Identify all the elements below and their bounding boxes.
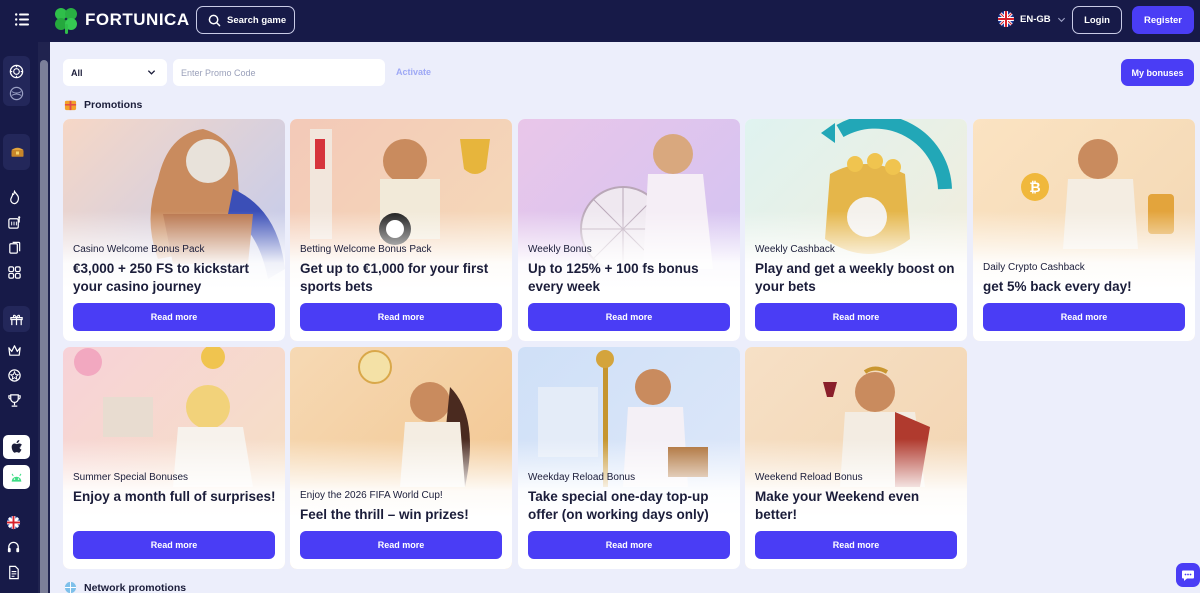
card-subtitle: Weekend Reload Bonus: [755, 472, 863, 483]
register-button[interactable]: Register: [1132, 6, 1194, 34]
card-subtitle: Daily Crypto Cashback: [983, 262, 1085, 273]
promo-card: Summer Special Bonuses Enjoy a month ful…: [63, 347, 285, 569]
promo-card: Weekly Cashback Play and get a weekly bo…: [745, 119, 967, 341]
read-more-button[interactable]: Read more: [755, 303, 957, 331]
promo-card: Betting Welcome Bonus Pack Get up to €1,…: [290, 119, 512, 341]
card-title: Make your Weekend even better!: [755, 489, 920, 522]
uk-flag-icon: [998, 11, 1014, 27]
hot-games-icon[interactable]: [6, 189, 23, 206]
promo-card: Weekly Bonus Up to 125% + 100 fs bonus e…: [518, 119, 740, 341]
read-more-button[interactable]: Read more: [73, 303, 275, 331]
card-title: Enjoy a month full of surprises!: [73, 489, 276, 504]
card-subtitle: Enjoy the 2026 FIFA World Cup!: [300, 490, 443, 501]
card-subtitle: Casino Welcome Bonus Pack: [73, 244, 205, 255]
read-more-button[interactable]: Read more: [300, 303, 502, 331]
read-more-button[interactable]: Read more: [528, 531, 730, 559]
login-button[interactable]: Login: [1072, 6, 1122, 34]
trophy-icon[interactable]: [6, 392, 23, 409]
category-dropdown[interactable]: All: [63, 59, 167, 86]
sidebar-scrollbar[interactable]: [38, 42, 50, 593]
cards-icon[interactable]: [6, 239, 23, 256]
search-game-label: Search game: [227, 14, 287, 26]
language-selector[interactable]: EN-GB: [998, 11, 1066, 27]
sidebar-promo-banner[interactable]: [3, 134, 30, 170]
sidebar-group-mode: [3, 56, 30, 106]
promo-card: Weekend Reload Bonus Make your Weekend e…: [745, 347, 967, 569]
svg-text:₿: ₿: [1029, 180, 1040, 196]
read-more-button[interactable]: Read more: [300, 531, 502, 559]
card-title: Play and get a weekly boost on your bets: [755, 261, 955, 294]
ios-app-button[interactable]: [3, 435, 30, 459]
uk-flag-sidebar-icon[interactable]: [5, 514, 22, 531]
tournaments-icon[interactable]: [6, 367, 23, 384]
language-code: EN-GB: [1020, 13, 1051, 25]
card-title: get 5% back every day!: [983, 279, 1132, 294]
card-title: Take special one-day top-up offer (on wo…: [528, 489, 709, 522]
scrollbar-thumb[interactable]: [40, 60, 48, 593]
support-headset-icon[interactable]: [5, 539, 22, 556]
android-app-button[interactable]: [3, 465, 30, 489]
brand-logo[interactable]: FORTUNICA: [53, 5, 190, 35]
activate-button[interactable]: Activate: [396, 67, 431, 77]
card-subtitle: Weekly Bonus: [528, 244, 592, 255]
clover-logo-icon: [55, 8, 77, 34]
read-more-button[interactable]: Read more: [73, 531, 275, 559]
promo-card: Enjoy the 2026 FIFA World Cup! Feel the …: [290, 347, 512, 569]
top-bar: FORTUNICA Search game EN-GB Login Regist…: [0, 0, 1200, 42]
card-subtitle: Summer Special Bonuses: [73, 472, 189, 483]
promotions-title: Promotions: [84, 98, 143, 111]
card-title: Get up to €1,000 for your first sports b…: [300, 261, 489, 294]
document-icon[interactable]: [5, 564, 22, 581]
my-bonuses-button[interactable]: My bonuses: [1121, 59, 1194, 86]
android-icon: [11, 473, 22, 482]
read-more-button[interactable]: Read more: [528, 303, 730, 331]
sidebar-group-promos: [3, 306, 30, 332]
brand-name: FORTUNICA: [85, 10, 190, 29]
category-dropdown-value: All: [71, 68, 83, 78]
card-title: €3,000 + 250 FS to kickstart your casino…: [73, 261, 249, 294]
network-icon: [64, 581, 77, 593]
network-promotions-heading: Network promotions: [64, 581, 186, 593]
card-title: Up to 125% + 100 fs bonus every week: [528, 261, 699, 294]
chevron-down-icon: [1057, 17, 1065, 22]
promo-card: Casino Welcome Bonus Pack €3,000 + 250 F…: [63, 119, 285, 341]
sidebar: [0, 42, 38, 593]
chevron-down-icon: [147, 70, 156, 75]
read-more-button[interactable]: Read more: [983, 303, 1185, 331]
promotions-heading: Promotions: [64, 98, 142, 111]
network-promotions-title: Network promotions: [84, 581, 187, 593]
menu-icon[interactable]: [15, 13, 29, 26]
sports-ball-icon[interactable]: [8, 85, 25, 102]
treasure-chest-icon: [7, 143, 27, 160]
read-more-button[interactable]: Read more: [755, 531, 957, 559]
apple-icon: [11, 440, 22, 453]
search-icon: [208, 14, 221, 26]
promo-code-input[interactable]: [173, 59, 385, 86]
promo-card: ₿ Daily Crypto Cashback get 5% back ever…: [973, 119, 1195, 341]
card-subtitle: Weekday Reload Bonus: [528, 472, 636, 483]
card-subtitle: Weekly Cashback: [755, 244, 835, 255]
search-game-button[interactable]: Search game: [196, 6, 295, 34]
card-title: Feel the thrill – win prizes!: [300, 507, 469, 522]
gift-icon: [64, 100, 77, 111]
casino-chip-icon[interactable]: [8, 63, 25, 80]
all-games-icon[interactable]: [6, 264, 23, 281]
promo-card: Weekday Reload Bonus Take special one-da…: [518, 347, 740, 569]
card-subtitle: Betting Welcome Bonus Pack: [300, 244, 432, 255]
slots-icon[interactable]: [6, 214, 23, 231]
vip-crown-icon[interactable]: [6, 342, 23, 359]
promotions-icon[interactable]: [8, 311, 25, 328]
chat-icon: [1182, 570, 1194, 581]
live-chat-button[interactable]: [1176, 563, 1200, 587]
